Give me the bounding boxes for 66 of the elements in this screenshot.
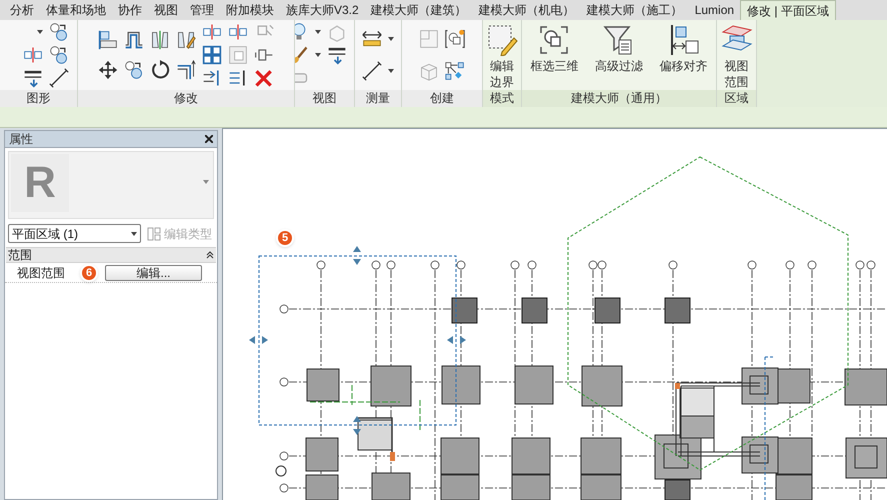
edit-button[interactable]: 编辑...: [105, 264, 202, 280]
panel-label: 创建: [402, 90, 482, 107]
ribbon-tool-button[interactable]: 视图范围: [718, 24, 754, 90]
flowchart-icon[interactable]: [445, 61, 465, 81]
section-header[interactable]: 范围: [6, 247, 216, 263]
dashed-boundary-pencil-icon[interactable]: [486, 24, 518, 56]
ribbon-tab[interactable]: 分析: [4, 0, 40, 20]
type-properties-icon: [147, 226, 161, 240]
rotate-icon[interactable]: [150, 60, 170, 80]
mirror-icon[interactable]: [150, 30, 170, 50]
type-selector-dropdown[interactable]: 平面区域 (1): [8, 224, 141, 243]
move-icon[interactable]: [98, 60, 118, 80]
ruler-icon[interactable]: [362, 29, 382, 49]
type-image: R: [11, 154, 69, 212]
ribbon-tab[interactable]: 建模大师（建筑）: [364, 0, 473, 20]
ribbon-tab[interactable]: 体量和场地: [40, 0, 112, 20]
array-icon[interactable]: [202, 45, 222, 65]
dimension-icon[interactable]: [362, 61, 382, 81]
box-select-icon[interactable]: [538, 24, 570, 56]
panel-label: 模式: [483, 90, 521, 107]
line-weight-icon[interactable]: [23, 68, 43, 88]
panel-label: 修改: [78, 90, 294, 107]
offset-icon[interactable]: [124, 30, 144, 50]
ribbon-tool-button[interactable]: 框选三维: [528, 24, 580, 74]
split-icon[interactable]: [228, 22, 248, 42]
trim-icon[interactable]: [176, 60, 196, 80]
ribbon-tab[interactable]: 修改 | 平面区域: [740, 0, 836, 20]
dimension-icon[interactable]: [49, 68, 69, 88]
panel-label: 区域: [717, 90, 756, 107]
collapse-chevron-icon[interactable]: [206, 251, 214, 259]
ribbon-tab[interactable]: 视图: [148, 0, 184, 20]
step-badge: 5: [276, 229, 294, 247]
dropdown-caret-icon[interactable]: [314, 30, 320, 34]
ribbon-tool-button[interactable]: 偏移对齐: [658, 24, 710, 74]
dropdown-caret-icon[interactable]: [131, 232, 137, 236]
split-icon[interactable]: [23, 45, 43, 65]
dropdown-caret-icon[interactable]: [314, 53, 320, 57]
copy-icon[interactable]: [49, 22, 69, 42]
panel-label: 建模大师（通用）: [522, 90, 716, 107]
ribbon-tab[interactable]: 建模大师（机电）: [472, 0, 581, 20]
ribbon-tab[interactable]: 附加模块: [220, 0, 280, 20]
copy-icon[interactable]: [49, 45, 69, 65]
step-badge: 6: [80, 264, 98, 282]
dropdown-caret-icon[interactable]: [388, 69, 394, 73]
panel-label: 测量: [355, 90, 401, 107]
dropdown-caret-icon[interactable]: [37, 30, 43, 34]
panel-label: 图形: [0, 90, 77, 107]
property-label: 视图范围: [17, 264, 65, 282]
ribbon-tool-button[interactable]: 高级过滤: [592, 24, 645, 74]
copy-icon[interactable]: [124, 60, 144, 80]
ribbon-tab[interactable]: 协作: [112, 0, 148, 20]
ribbon-tab[interactable]: Lumion: [688, 0, 740, 20]
ribbon-tab[interactable]: 建模大师（施工）: [580, 0, 689, 20]
ribbon-tool-button[interactable]: 编辑边界: [484, 24, 520, 90]
dropdown-caret-icon[interactable]: [388, 37, 394, 41]
select-icon[interactable]: [445, 29, 465, 49]
mirror-pencil-icon[interactable]: [176, 30, 196, 50]
ribbon-tab[interactable]: 管理: [184, 0, 220, 20]
panel-label: 视图: [295, 90, 354, 107]
line-weight-icon[interactable]: [326, 45, 346, 65]
delete-icon[interactable]: [254, 68, 274, 88]
align-icon[interactable]: [98, 30, 118, 50]
close-icon[interactable]: [205, 135, 213, 143]
ribbon-tab[interactable]: 族库大师V3.2: [280, 0, 365, 20]
split-icon[interactable]: [202, 22, 222, 42]
panel-title: 属性: [9, 131, 33, 148]
